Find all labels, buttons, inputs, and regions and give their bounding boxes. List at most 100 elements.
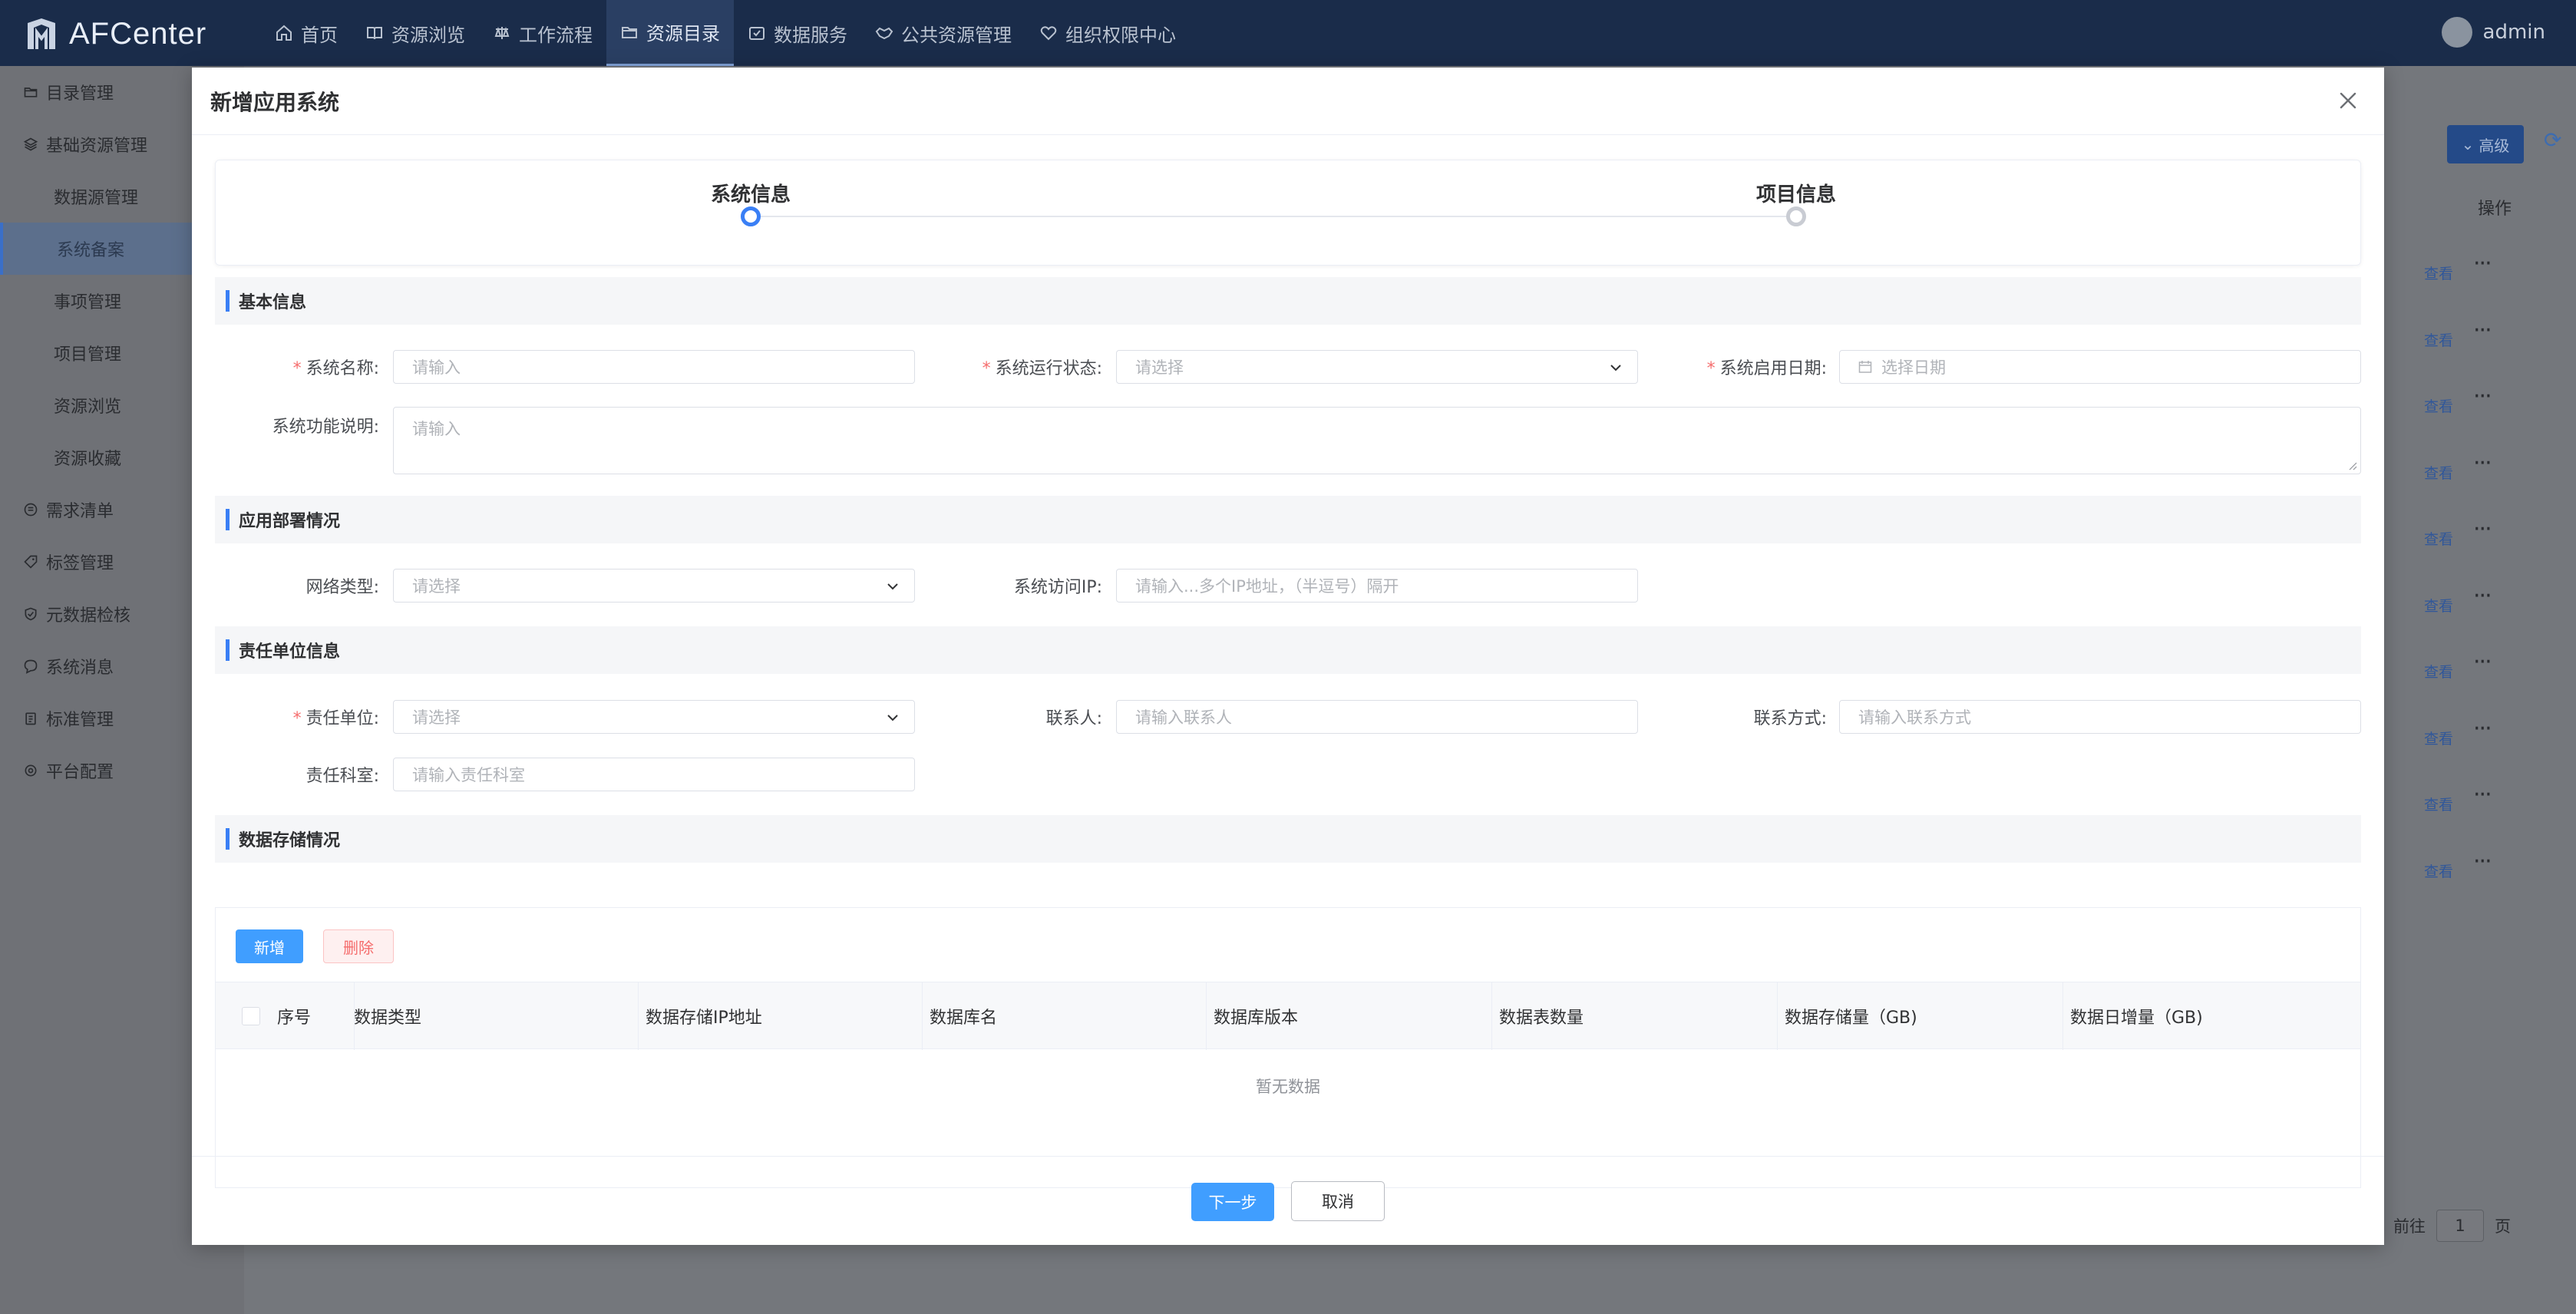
- pager: 前往 1 页: [2393, 1210, 2511, 1242]
- data-service-icon: [748, 24, 766, 42]
- home-icon: [275, 24, 293, 42]
- run-status-select[interactable]: 请选择: [1116, 350, 1638, 384]
- required-mark: *: [292, 709, 302, 728]
- select-all-checkbox[interactable]: [242, 1007, 260, 1025]
- column-header-5[interactable]: 数据表数量: [1499, 982, 1584, 1050]
- column-header-7[interactable]: 数据日增量（GB): [2070, 982, 2203, 1050]
- more-icon[interactable]: ···: [2473, 250, 2492, 277]
- next-step-button[interactable]: 下一步: [1191, 1183, 1274, 1221]
- nav-item-3[interactable]: 资源目录: [606, 0, 734, 66]
- layers-icon: [23, 137, 38, 152]
- add-row-button[interactable]: 新增: [236, 929, 303, 963]
- chevron-down-icon: [887, 583, 898, 590]
- row-view-link[interactable]: 查看: [2424, 595, 2453, 616]
- avatar: [2441, 17, 2472, 48]
- row-view-link[interactable]: 查看: [2424, 728, 2453, 748]
- column-separator: [1206, 982, 1207, 1050]
- owner-unit-select[interactable]: 请选择: [393, 700, 915, 734]
- start-date-picker[interactable]: 选择日期: [1839, 350, 2361, 384]
- column-header-6[interactable]: 数据存储量（GB): [1785, 982, 1917, 1050]
- nav-item-label: 首页: [301, 24, 338, 46]
- delete-row-button[interactable]: 删除: [323, 929, 394, 963]
- app-logo[interactable]: AFCenter: [25, 14, 206, 54]
- steps-indicator: 系统信息 项目信息: [215, 160, 2361, 266]
- nav-item-0[interactable]: 首页: [261, 0, 352, 66]
- owner-dept-label: 责任科室:: [305, 767, 379, 786]
- close-icon[interactable]: [2335, 87, 2361, 114]
- description-textarea[interactable]: 请输入: [393, 407, 2361, 474]
- more-icon[interactable]: ···: [2473, 317, 2492, 344]
- network-type-select[interactable]: 请选择: [393, 569, 915, 603]
- column-header-3[interactable]: 数据库名: [930, 982, 997, 1050]
- row-view-link[interactable]: 查看: [2424, 329, 2453, 350]
- resize-handle-icon[interactable]: [2346, 460, 2357, 470]
- more-icon[interactable]: ···: [2473, 383, 2492, 410]
- step-1-dot[interactable]: [741, 206, 761, 226]
- section-basic-info: 基本信息: [215, 277, 2361, 325]
- section-data-storage: 数据存储情况: [215, 815, 2361, 863]
- nav-item-1[interactable]: 资源浏览: [352, 0, 479, 66]
- section-deployment: 应用部署情况: [215, 496, 2361, 543]
- row-view-link[interactable]: 查看: [2424, 462, 2453, 483]
- more-icon[interactable]: ···: [2473, 649, 2492, 675]
- section-title: 基本信息: [239, 293, 307, 312]
- step-2-title: 项目信息: [1755, 183, 1837, 206]
- more-icon[interactable]: ···: [2473, 715, 2492, 742]
- sidebar-item-label: 资源浏览: [54, 398, 122, 417]
- nav-item-5[interactable]: 公共资源管理: [861, 0, 1025, 66]
- list-icon: [23, 502, 38, 517]
- nav-item-label: 工作流程: [519, 24, 593, 46]
- sidebar-item-label: 平台配置: [46, 763, 114, 782]
- section-accent-bar: [226, 509, 230, 530]
- step-1-title: 系统信息: [710, 183, 791, 206]
- folder-icon: [23, 84, 38, 100]
- advanced-label: 高级: [2479, 136, 2510, 155]
- pager-goto-label: 前往: [2393, 1217, 2426, 1236]
- access-ip-input[interactable]: 请输入...多个IP地址，（半逗号）隔开: [1116, 569, 1638, 603]
- required-mark: *: [1706, 359, 1716, 378]
- more-icon[interactable]: ···: [2473, 516, 2492, 543]
- main-nav: 首页 资源浏览 工作流程 资源目录 数据服务 公共资源管理 组织权限中心: [261, 0, 1190, 66]
- contact-input[interactable]: 请输入联系人: [1116, 700, 1638, 734]
- more-icon[interactable]: ···: [2473, 848, 2492, 875]
- refresh-icon[interactable]: ⟳: [2544, 127, 2561, 153]
- more-icon[interactable]: ···: [2473, 781, 2492, 808]
- sidebar-item-label: 需求清单: [46, 502, 114, 521]
- nav-item-label: 资源目录: [646, 23, 720, 45]
- network-type-label: 网络类型:: [305, 578, 379, 597]
- step-2-dot[interactable]: [1786, 206, 1806, 226]
- nav-item-6[interactable]: 组织权限中心: [1025, 0, 1190, 66]
- column-separator: [922, 982, 923, 1050]
- message-icon: [23, 659, 38, 674]
- pager-page-input[interactable]: 1: [2436, 1210, 2484, 1242]
- section-accent-bar: [226, 639, 230, 661]
- more-icon[interactable]: ···: [2473, 583, 2492, 609]
- contact-method-input[interactable]: 请输入联系方式: [1839, 700, 2361, 734]
- sidebar-item-label: 资源收藏: [54, 450, 122, 469]
- sidebar-item-label: 基础资源管理: [46, 137, 148, 156]
- column-separator: [1491, 982, 1492, 1050]
- row-view-link[interactable]: 查看: [2424, 860, 2453, 881]
- user-menu[interactable]: admin: [2441, 17, 2545, 48]
- column-header-1[interactable]: 数据类型: [354, 982, 421, 1050]
- row-view-link[interactable]: 查看: [2424, 262, 2453, 283]
- owner-dept-input[interactable]: 请输入责任科室: [393, 758, 915, 791]
- contact-method-label: 联系方式:: [1753, 709, 1827, 728]
- section-accent-bar: [226, 828, 230, 850]
- row-view-link[interactable]: 查看: [2424, 661, 2453, 682]
- row-view-link[interactable]: 查看: [2424, 395, 2453, 416]
- column-header-2[interactable]: 数据存储IP地址: [646, 982, 762, 1050]
- cancel-button[interactable]: 取消: [1291, 1181, 1385, 1221]
- column-header-4[interactable]: 数据库版本: [1214, 982, 1298, 1050]
- more-icon[interactable]: ···: [2473, 450, 2492, 477]
- nav-item-2[interactable]: 工作流程: [479, 0, 606, 66]
- settings-icon: [23, 763, 38, 778]
- row-view-link[interactable]: 查看: [2424, 794, 2453, 814]
- system-name-input[interactable]: 请输入: [393, 350, 915, 384]
- row-view-link[interactable]: 查看: [2424, 528, 2453, 549]
- column-header-0[interactable]: 序号: [277, 982, 311, 1050]
- advanced-search-button[interactable]: ⌄ 高级: [2447, 125, 2524, 163]
- nav-item-label: 公共资源管理: [901, 24, 1012, 46]
- user-name: admin: [2482, 21, 2545, 44]
- nav-item-4[interactable]: 数据服务: [734, 0, 861, 66]
